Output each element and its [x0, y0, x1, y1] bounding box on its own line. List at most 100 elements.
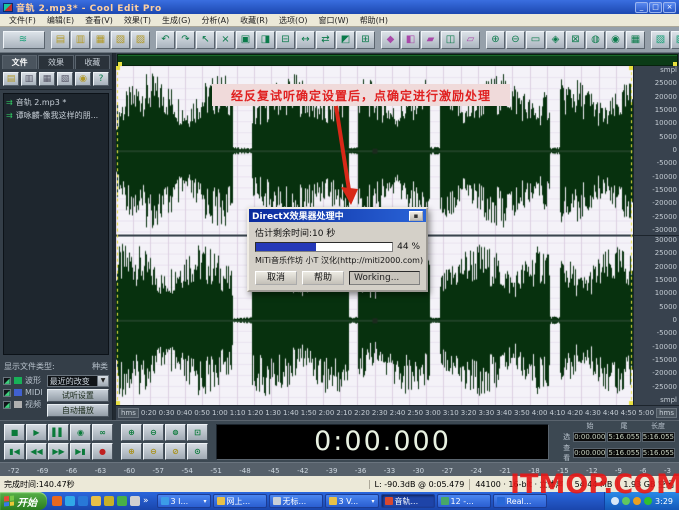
new-file-button[interactable]: ▤ — [51, 31, 70, 49]
cue-list-button[interactable]: ▨ — [671, 31, 679, 49]
paste-button[interactable]: ◨ — [256, 31, 275, 49]
play-looped-button[interactable]: ◉ — [70, 424, 91, 441]
amplitude-ruler[interactable]: smpl2500020000150001000050000-5000-10000… — [633, 66, 679, 405]
pan-envelope-button[interactable]: ▰ — [421, 31, 440, 49]
dialog-title-bar[interactable]: DirectX效果器处理中 ▪ — [249, 209, 426, 222]
close-file-button[interactable]: ▥ — [21, 72, 37, 86]
range-view-button[interactable]: ▱ — [461, 31, 480, 49]
winamp-icon[interactable] — [104, 496, 114, 506]
file-type-checkbox[interactable]: ◢ — [3, 377, 11, 385]
zoom-out-vertical-button[interactable]: ⊖ — [143, 443, 164, 460]
zoom-in-button[interactable]: ⊕ — [121, 424, 142, 441]
ie-icon[interactable] — [78, 496, 88, 506]
delay-effect-button[interactable]: ◉ — [606, 31, 625, 49]
cut-button[interactable]: × — [216, 31, 235, 49]
menu-item-2[interactable]: 查看(V) — [80, 15, 118, 26]
task-button-1[interactable]: 网上... — [213, 494, 267, 508]
folder-icon[interactable] — [91, 496, 101, 506]
overview-scrollbar[interactable] — [117, 54, 678, 66]
open-folder-button[interactable]: ▤ — [3, 72, 19, 86]
play-selected-file-button[interactable]: ◉ — [75, 72, 91, 86]
reduce-effect-button[interactable]: ⊖ — [506, 31, 525, 49]
timeline-ruler[interactable]: hms 0:200:300:400:501:001:101:201:301:40… — [116, 405, 679, 420]
menu-item-3[interactable]: 效果(T) — [119, 15, 156, 26]
auto-play-button[interactable]: 自动播放 — [47, 404, 109, 417]
stop-button[interactable]: ■ — [4, 424, 25, 441]
file-list-item[interactable]: ⇉谭咏麟-像我这样的朋... — [6, 109, 106, 122]
amplify-effect-button[interactable]: ⊕ — [486, 31, 505, 49]
redo-button[interactable]: ↷ — [176, 31, 195, 49]
organizer-tab-2[interactable]: 收藏 — [75, 55, 110, 69]
zoom-out-button[interactable]: ⊖ — [143, 424, 164, 441]
split-view-button[interactable]: ◫ — [441, 31, 460, 49]
zoom-selection-button[interactable]: ⊡ — [187, 424, 208, 441]
normalize-effect-button[interactable]: ▭ — [526, 31, 545, 49]
fast-forward-button[interactable]: ▶▶ — [48, 443, 69, 460]
menu-item-7[interactable]: 选项(O) — [274, 15, 313, 26]
select-tool-button[interactable]: ↖ — [196, 31, 215, 49]
picture-viewer-icon[interactable] — [117, 496, 127, 506]
multitrack-view-toggle-button[interactable]: ≋ — [3, 31, 45, 49]
record-button[interactable]: ● — [92, 443, 113, 460]
menu-item-8[interactable]: 窗口(W) — [314, 15, 354, 26]
organizer-options-button[interactable]: ▧ — [57, 72, 73, 86]
zoom-full-button[interactable]: ⊜ — [165, 424, 186, 441]
script-tool-button[interactable]: ▧ — [651, 31, 670, 49]
insert-file-button[interactable]: ▦ — [39, 72, 55, 86]
msn-icon[interactable] — [65, 496, 75, 506]
spectral-view-button[interactable]: ◆ — [381, 31, 400, 49]
copy-to-new-button[interactable]: ◩ — [336, 31, 355, 49]
sort-dropdown[interactable]: 最近的改变 ▼ — [47, 375, 109, 387]
go-to-end-button[interactable]: ▶▮ — [70, 443, 91, 460]
insert-to-multitrack-button[interactable]: ⊞ — [356, 31, 375, 49]
task-button-5[interactable]: 12 -... — [437, 494, 491, 508]
save-as-button[interactable]: ▧ — [111, 31, 130, 49]
organizer-help-button[interactable]: ? — [93, 72, 109, 86]
filter-effect-button[interactable]: ⊠ — [566, 31, 585, 49]
undo-button[interactable]: ↶ — [156, 31, 175, 49]
overview-right-marker[interactable] — [673, 62, 677, 66]
menu-item-6[interactable]: 收藏(R) — [235, 15, 273, 26]
play-to-end-button[interactable]: ∞ — [92, 424, 113, 441]
menu-item-4[interactable]: 生成(G) — [157, 15, 195, 26]
go-to-start-button[interactable]: ▮◀ — [4, 443, 25, 460]
play-button[interactable]: ▶ — [26, 424, 47, 441]
rewind-button[interactable]: ◀◀ — [26, 443, 47, 460]
waveform-view-button[interactable]: ◧ — [401, 31, 420, 49]
audition-settings-button[interactable]: 试听设置 — [47, 389, 109, 402]
task-button-0[interactable]: 3 I...▾ — [157, 494, 211, 508]
maximize-button[interactable]: □ — [649, 2, 662, 13]
zoom-in-vertical-button[interactable]: ⊕ — [121, 443, 142, 460]
menu-item-1[interactable]: 编辑(E) — [42, 15, 79, 26]
media-player-icon[interactable] — [52, 496, 62, 506]
task-button-4[interactable]: 音轨... — [381, 494, 435, 508]
task-button-2[interactable]: 无标... — [269, 494, 323, 508]
menu-item-5[interactable]: 分析(A) — [196, 15, 234, 26]
menu-item-0[interactable]: 文件(F) — [4, 15, 41, 26]
zoom-left-edge-button[interactable]: ⊘ — [165, 443, 186, 460]
file-properties-button[interactable]: ▨ — [131, 31, 150, 49]
close-button[interactable]: × — [663, 2, 676, 13]
quick-launch-overflow[interactable]: » — [143, 496, 149, 506]
minimize-button[interactable]: _ — [635, 2, 648, 13]
reverb-effect-button[interactable]: ◍ — [586, 31, 605, 49]
dialog-close-button[interactable]: ▪ — [409, 211, 423, 221]
organizer-tab-1[interactable]: 效果 — [38, 55, 73, 69]
start-button[interactable]: 开始 — [0, 492, 47, 510]
task-button-3[interactable]: 3 V...▾ — [325, 494, 379, 508]
file-list[interactable]: ⇉音轨 2.mp3 *⇉谭咏麟-像我这样的朋... — [3, 93, 109, 355]
pen-icon[interactable] — [130, 496, 140, 506]
convert-sample-type-button[interactable]: ⇄ — [316, 31, 335, 49]
eq-effect-button[interactable]: ◈ — [546, 31, 565, 49]
mix-paste-button[interactable]: ⊟ — [276, 31, 295, 49]
cancel-button[interactable]: 取消 — [255, 271, 297, 285]
copy-button[interactable]: ▣ — [236, 31, 255, 49]
zoom-right-edge-button[interactable]: ⊙ — [187, 443, 208, 460]
pause-button[interactable]: ▌▌ — [48, 424, 69, 441]
batch-process-button[interactable]: ▦ — [626, 31, 645, 49]
open-file-button[interactable]: ▥ — [71, 31, 90, 49]
save-file-button[interactable]: ▦ — [91, 31, 110, 49]
file-type-checkbox[interactable]: ◢ — [3, 401, 11, 409]
file-type-checkbox[interactable]: ◢ — [3, 389, 11, 397]
organizer-tab-0[interactable]: 文件 — [2, 55, 37, 69]
